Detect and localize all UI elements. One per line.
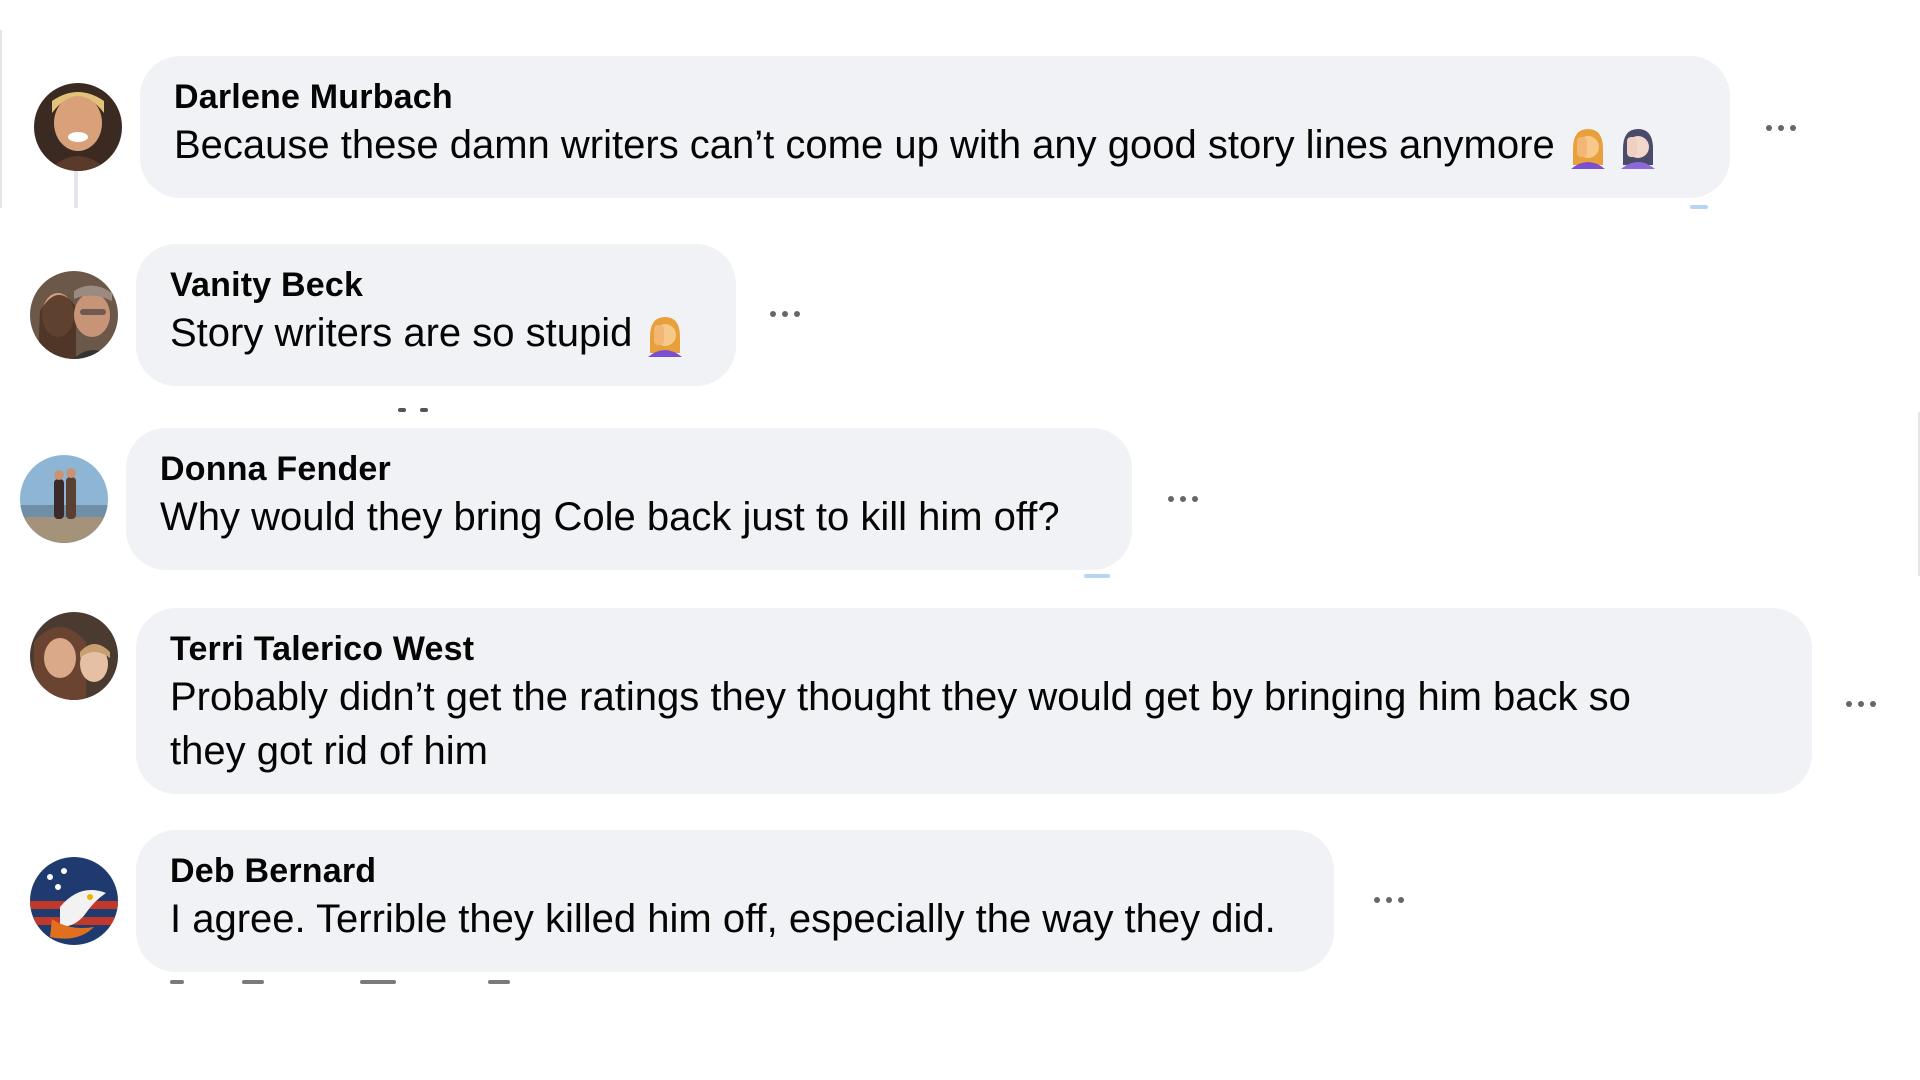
comment-bubble: Donna Fender Why would they bring Cole b… xyxy=(126,428,1132,570)
comment: Vanity Beck Story writers are so stupid xyxy=(30,244,736,386)
reaction-indicator xyxy=(1690,205,1708,209)
comment-text: Why would they bring Cole back just to k… xyxy=(160,495,1060,539)
comment-author[interactable]: Vanity Beck xyxy=(170,264,702,306)
more-options-icon[interactable] xyxy=(770,311,800,317)
comment-bubble: Darlene Murbach Because these damn write… xyxy=(140,56,1730,198)
author-avatar[interactable] xyxy=(30,271,118,359)
avatar-photo xyxy=(20,455,108,543)
comment-bubble: Terri Talerico West Probably didn’t get … xyxy=(136,608,1812,794)
comment-text: Probably didn’t get the ratings they tho… xyxy=(170,675,1631,719)
author-avatar[interactable] xyxy=(34,83,122,171)
author-avatar[interactable] xyxy=(30,612,118,700)
comment-body: Because these damn writers can’t come up… xyxy=(174,123,1555,167)
comment: Darlene Murbach Because these damn write… xyxy=(34,56,1730,198)
comment: Terri Talerico West Probably didn’t get … xyxy=(30,608,1812,794)
left-scroll-edge xyxy=(0,30,2,208)
comment-author[interactable]: Deb Bernard xyxy=(170,850,1300,892)
comment-bubble: Deb Bernard I agree. Terrible they kille… xyxy=(136,830,1334,972)
comment-text: I agree. Terrible they killed him off, e… xyxy=(170,897,1276,941)
comments-panel: Darlene Murbach Because these damn write… xyxy=(0,0,1920,1080)
more-options-icon[interactable] xyxy=(1766,125,1796,131)
comment-text: Story writers are so stupid xyxy=(170,306,702,360)
woman-facepalming-icon xyxy=(1570,129,1605,170)
cut-off-text xyxy=(420,408,428,412)
cut-off-text xyxy=(170,978,530,986)
comment-body: Story writers are so stupid xyxy=(170,311,633,355)
cut-off-text xyxy=(398,408,406,412)
comment-text: Because these damn writers can’t come up… xyxy=(174,118,1696,172)
avatar-photo xyxy=(30,612,118,700)
author-avatar[interactable] xyxy=(20,455,108,543)
avatar-photo xyxy=(30,271,118,359)
woman-facepalming-icon xyxy=(648,317,683,358)
avatar-eagle-flag xyxy=(30,857,118,945)
woman-facepalming-icon xyxy=(1620,129,1655,170)
comment: Donna Fender Why would they bring Cole b… xyxy=(20,428,1132,570)
reaction-indicator xyxy=(1084,574,1110,578)
author-avatar[interactable] xyxy=(30,857,118,945)
comment-author[interactable]: Donna Fender xyxy=(160,448,1098,490)
more-options-icon[interactable] xyxy=(1374,897,1404,903)
comment-bubble: Vanity Beck Story writers are so stupid xyxy=(136,244,736,386)
comment-author[interactable]: Darlene Murbach xyxy=(174,76,1696,118)
comment-author[interactable]: Terri Talerico West xyxy=(170,628,1778,670)
comment-text: they got rid of him xyxy=(170,729,488,773)
avatar-photo xyxy=(34,83,122,171)
comment: Deb Bernard I agree. Terrible they kille… xyxy=(30,830,1334,972)
more-options-icon[interactable] xyxy=(1846,701,1876,707)
more-options-icon[interactable] xyxy=(1168,496,1198,502)
